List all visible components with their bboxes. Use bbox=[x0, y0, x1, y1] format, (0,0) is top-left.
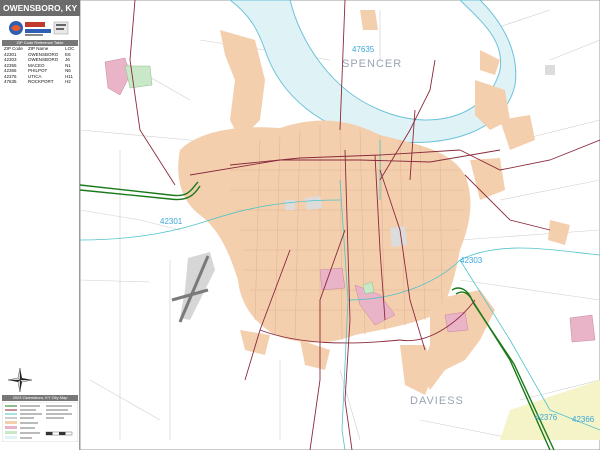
sidebar-panel: OWENSBORO, KY ZIP Code Reference Table Z… bbox=[0, 0, 80, 450]
zip-name-cell: ROCKPORT bbox=[28, 79, 54, 84]
county-label: DAVIESS bbox=[410, 395, 464, 407]
publisher-logo bbox=[8, 19, 72, 38]
table-row: 47635 ROCKPORT H2 bbox=[3, 79, 77, 85]
table-row: 42366 PHILPOT N6 bbox=[3, 68, 77, 74]
legend-title: 2023 Owensboro, KY City Map bbox=[2, 395, 78, 401]
zip-label: 42301 bbox=[160, 217, 183, 226]
map-legend bbox=[2, 402, 78, 442]
zip-label: 42376 bbox=[535, 413, 558, 422]
zip-code-cell: 47635 bbox=[4, 79, 17, 84]
zip-loc-cell: H2 bbox=[65, 79, 71, 84]
map-canvas[interactable]: 47635 SPENCER 42301 42303 DAVIESS 42376 … bbox=[80, 0, 600, 450]
county-label: SPENCER bbox=[342, 58, 402, 70]
zip-label: 42303 bbox=[460, 256, 483, 265]
compass-rose-icon bbox=[8, 368, 32, 392]
map-frame: OWENSBORO, KY ZIP Code Reference Table Z… bbox=[0, 0, 600, 450]
table-header-row: ZIP Code ZIP Name LOC bbox=[3, 46, 77, 52]
zip-label: 47635 bbox=[352, 45, 375, 54]
table-row: 42303 OWENSBORO J6 bbox=[3, 57, 77, 63]
zip-reference-table: ZIP Code ZIP Name LOC 42301 OWENSBORO E6… bbox=[3, 46, 77, 85]
zip-label: 42366 bbox=[572, 415, 595, 424]
map-title: OWENSBORO, KY bbox=[0, 0, 80, 16]
